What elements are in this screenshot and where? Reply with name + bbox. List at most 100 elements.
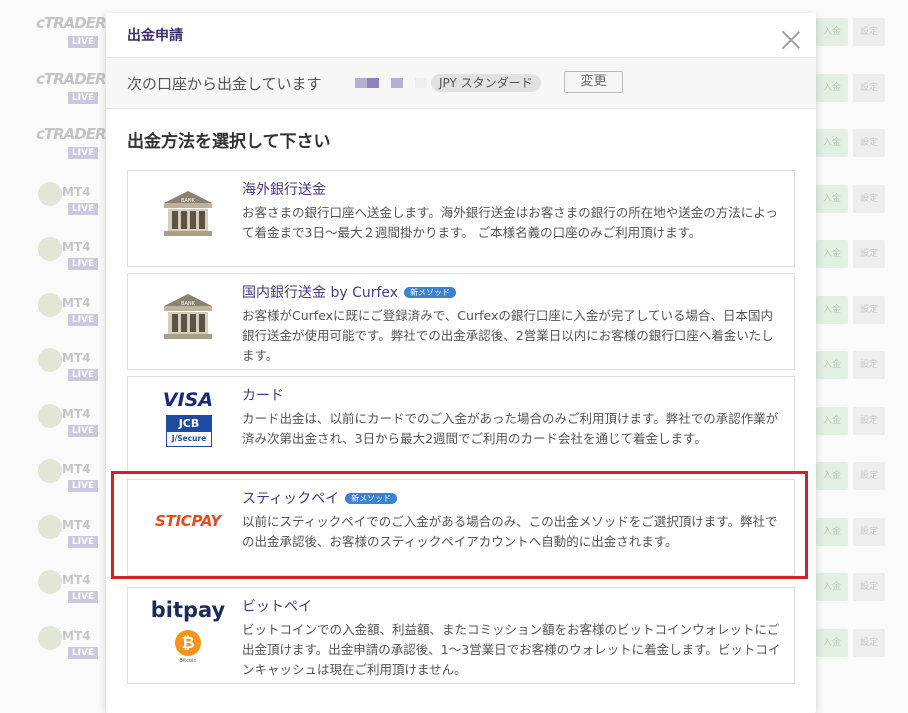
mt4-globe-icon: [38, 292, 62, 317]
platform-logo: MT4 LIVE: [36, 456, 98, 496]
settings-button[interactable]: 設定: [853, 295, 885, 324]
method-description: お客さまの銀行口座へ送金します。海外銀行送金はお客さまの銀行の所在地や送金の方法…: [242, 205, 778, 240]
live-badge: LIVE: [68, 369, 98, 381]
platform-brand: MT4: [62, 406, 91, 421]
platform-logo: MT4 LIVE: [36, 512, 98, 552]
method-name: スティックペイ 新メソッド: [242, 488, 398, 508]
modal-header: 出金申請: [106, 13, 816, 58]
method-name: ビットペイ: [242, 599, 312, 615]
settings-button[interactable]: 設定: [853, 129, 885, 157]
settings-button[interactable]: 設定: [853, 73, 885, 102]
platform-brand: cTRADER: [36, 14, 107, 32]
visa-jcb-icon: VISA JCB J/Secure: [146, 389, 230, 461]
account-currency-badge: JPY スタンダード: [431, 74, 541, 92]
deposit-button[interactable]: 入金: [816, 129, 848, 157]
mt4-globe-icon: [38, 570, 62, 594]
bitpay-logo: bitpay: [150, 598, 226, 622]
deposit-button[interactable]: 入金: [816, 18, 848, 46]
live-badge: LIVE: [68, 147, 98, 159]
new-method-badge: 新メソッド: [345, 493, 398, 504]
platform-logo: MT4 LIVE: [36, 567, 98, 607]
deposit-button[interactable]: 入金: [816, 628, 848, 657]
settings-button[interactable]: 設定: [853, 628, 885, 657]
jsecure-text: J/Secure: [171, 434, 207, 443]
mt4-globe-icon: [38, 403, 62, 428]
platform-logo: MT4 LIVE: [36, 623, 98, 663]
platform-logo: cTRADER LIVE: [36, 68, 107, 108]
bitpay-icon: bitpay ₿ Bitcoin: [146, 598, 230, 672]
settings-button[interactable]: 設定: [853, 406, 885, 435]
mt4-globe-icon: [38, 348, 62, 372]
bitcoin-caption: Bitcoin: [179, 658, 197, 664]
platform-brand: cTRADER: [36, 69, 107, 88]
jcb-logo: JCB J/Secure: [166, 415, 212, 447]
bank-icon: BANK: [146, 183, 230, 255]
settings-button[interactable]: 設定: [853, 351, 885, 379]
live-badge: LIVE: [68, 91, 98, 104]
live-badge: LIVE: [68, 258, 98, 270]
mask-block: [391, 78, 403, 88]
sticpay-logo: STICPAY: [155, 512, 221, 530]
method-description: ビットコインでの入金額、利益額、またコミッション額をお客様のビットコインウォレッ…: [242, 622, 781, 677]
method-domestic-bank-curfex[interactable]: BANK 国内銀行送金 by Curfex 新メソッド お客様がCurfexに既に…: [127, 273, 795, 370]
deposit-button[interactable]: 入金: [816, 240, 848, 268]
mask-block: [355, 78, 367, 88]
mask-block: [415, 78, 427, 88]
platform-logo: MT4 LIVE: [36, 401, 98, 441]
method-overseas-bank[interactable]: BANK 海外銀行送金 お客さまの銀行口座へ送金します。海外銀行送金はお客さまの…: [127, 170, 795, 267]
platform-logo: cTRADER LIVE: [36, 123, 107, 163]
live-badge: LIVE: [68, 313, 98, 326]
settings-button[interactable]: 設定: [853, 517, 885, 546]
deposit-button[interactable]: 入金: [816, 406, 848, 435]
modal-title: 出金申請: [127, 28, 183, 44]
method-bitpay[interactable]: bitpay ₿ Bitcoin ビットペイ ビットコインでの入金額、利益額、ま…: [127, 587, 795, 684]
change-account-button[interactable]: 変更: [564, 71, 623, 93]
method-name: カード: [242, 388, 284, 404]
platform-logo: cTRADER LIVE: [36, 12, 107, 52]
deposit-button[interactable]: 入金: [816, 573, 848, 601]
settings-button[interactable]: 設定: [853, 573, 885, 601]
close-icon[interactable]: [780, 29, 802, 51]
mt4-globe-icon: [38, 181, 62, 206]
section-title: 出金方法を選択して下さい: [127, 132, 331, 152]
deposit-button[interactable]: 入金: [816, 184, 848, 213]
method-card[interactable]: VISA JCB J/Secure カード カード出金は、以前にカードでのご入金…: [127, 376, 795, 473]
settings-button[interactable]: 設定: [853, 240, 885, 268]
deposit-button[interactable]: 入金: [816, 462, 848, 490]
method-sticpay[interactable]: STICPAY スティックペイ 新メソッド 以前にスティックペイでのご入金がある場…: [127, 479, 795, 576]
live-badge: LIVE: [68, 480, 98, 492]
deposit-button[interactable]: 入金: [816, 73, 848, 102]
mt4-globe-icon: [38, 625, 62, 650]
visa-logo: VISA: [162, 389, 214, 411]
account-prefix: 次の口座から出金しています: [127, 75, 322, 93]
platform-brand: MT4: [62, 240, 91, 254]
method-description: カード出金は、以前にカードでのご入金があった場合のみご利用頂けます。弊社での承認…: [242, 411, 779, 446]
method-name: 海外銀行送金: [242, 182, 326, 198]
mt4-globe-icon: [38, 514, 62, 539]
bitcoin-icon: ₿: [175, 630, 201, 656]
platform-brand: MT4: [62, 184, 91, 199]
platform-brand: MT4: [62, 351, 91, 365]
deposit-button[interactable]: 入金: [816, 295, 848, 324]
settings-button[interactable]: 設定: [853, 462, 885, 490]
deposit-button[interactable]: 入金: [816, 517, 848, 546]
live-badge: LIVE: [68, 591, 98, 603]
platform-logo: MT4 LIVE: [36, 234, 98, 274]
live-badge: LIVE: [68, 202, 98, 215]
platform-brand: MT4: [62, 573, 91, 587]
platform-logo: MT4 LIVE: [36, 290, 98, 330]
live-badge: LIVE: [68, 535, 98, 548]
settings-button[interactable]: 設定: [853, 184, 885, 213]
svg-text:BANK: BANK: [181, 198, 196, 204]
bank-icon: BANK: [146, 286, 230, 358]
platform-brand: cTRADER: [36, 125, 107, 143]
method-description: 以前にスティックペイでのご入金がある場合のみ、この出金メソッドをご選択頂けます。…: [242, 514, 778, 549]
mask-block: [367, 78, 379, 88]
platform-brand: MT4: [62, 462, 91, 476]
platform-brand: MT4: [62, 628, 91, 643]
method-description: お客様がCurfexに既にご登録済みで、Curfexの銀行口座に入金が完了してい…: [242, 308, 774, 363]
platform-logo: MT4 LIVE: [36, 345, 98, 385]
settings-button[interactable]: 設定: [853, 18, 885, 46]
mt4-globe-icon: [38, 237, 62, 261]
deposit-button[interactable]: 入金: [816, 351, 848, 379]
